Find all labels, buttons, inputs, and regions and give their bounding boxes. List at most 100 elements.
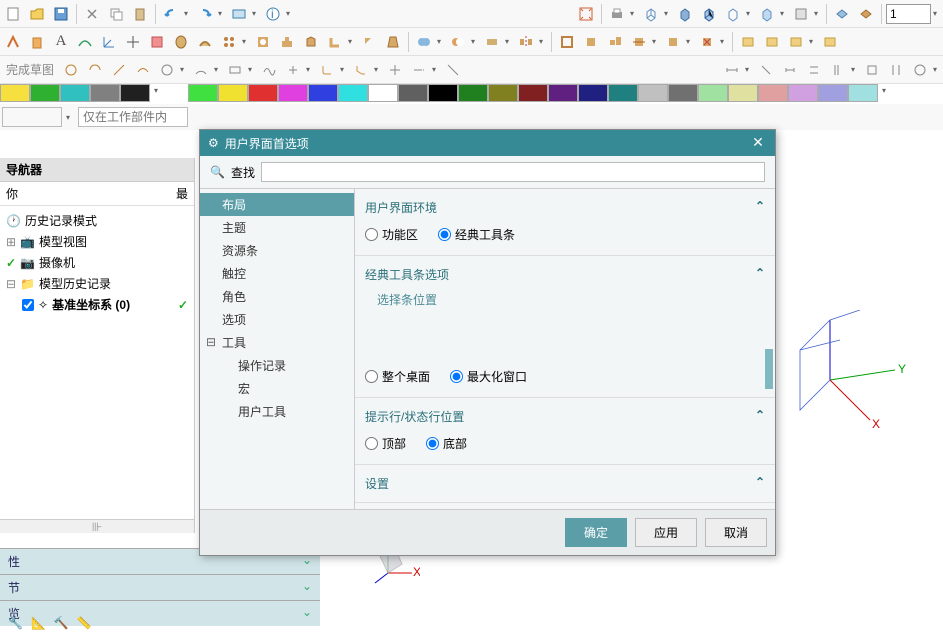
subtract-icon[interactable]	[447, 31, 469, 53]
dropdown[interactable]: ▾	[746, 9, 754, 18]
radio-input[interactable]	[365, 228, 378, 241]
line-icon[interactable]	[108, 59, 130, 81]
copy-icon[interactable]	[105, 3, 127, 25]
constraint6-icon[interactable]	[885, 59, 907, 81]
circle-icon[interactable]	[60, 59, 82, 81]
constraint4-icon[interactable]	[827, 59, 849, 81]
section-icon[interactable]	[855, 3, 877, 25]
color-darkred[interactable]	[518, 84, 548, 102]
color-salmon[interactable]	[758, 84, 788, 102]
color-palegreen[interactable]	[698, 84, 728, 102]
tree-role[interactable]: 角色	[200, 285, 354, 308]
color-darkgray[interactable]	[398, 84, 428, 102]
dialog-search-input[interactable]	[261, 162, 765, 182]
ok-button[interactable]: 确定	[565, 518, 627, 547]
sketch-icon[interactable]	[2, 31, 24, 53]
dropdown[interactable]: ▾	[471, 37, 479, 46]
dropdown[interactable]: ▾	[851, 65, 859, 74]
tree-theme[interactable]: 主题	[200, 216, 354, 239]
color-navy[interactable]	[578, 84, 608, 102]
color-darkgreen[interactable]	[458, 84, 488, 102]
project-icon[interactable]	[442, 59, 464, 81]
collapse-icon[interactable]: ⊟	[206, 335, 217, 349]
tree-tools[interactable]: ⊟工具	[200, 331, 354, 354]
dropdown[interactable]: ▾	[242, 37, 250, 46]
wireframe-icon[interactable]	[640, 3, 662, 25]
tree-macro[interactable]: 宏	[200, 377, 354, 400]
dropdown[interactable]: ▾	[340, 65, 348, 74]
dropdown[interactable]: ▾	[374, 65, 382, 74]
spline-icon[interactable]	[258, 59, 280, 81]
undo-icon[interactable]	[160, 3, 182, 25]
color-white[interactable]	[368, 84, 398, 102]
color-yellow[interactable]	[0, 84, 30, 102]
radio-classic[interactable]: 经典工具条	[438, 226, 515, 243]
sheet3-icon[interactable]	[785, 31, 807, 53]
shaded-icon[interactable]	[674, 3, 696, 25]
dropdown[interactable]: ▾	[214, 65, 222, 74]
replace-icon[interactable]	[662, 31, 684, 53]
dropdown[interactable]: ▾	[780, 9, 788, 18]
bottom-icon[interactable]: 🔨	[54, 616, 69, 630]
color-palepurple[interactable]	[788, 84, 818, 102]
dropdown[interactable]: ▾	[348, 37, 356, 46]
draft-icon[interactable]	[382, 31, 404, 53]
properties-icon[interactable]	[228, 3, 250, 25]
blend-icon[interactable]	[324, 31, 346, 53]
spin-input[interactable]	[886, 4, 931, 24]
point-icon[interactable]	[122, 31, 144, 53]
color-green[interactable]	[30, 84, 60, 102]
offset-icon[interactable]	[580, 31, 602, 53]
dropdown[interactable]: ▾	[809, 37, 817, 46]
dropdown[interactable]: ▾	[306, 65, 314, 74]
color-dimgray[interactable]	[668, 84, 698, 102]
dropdown[interactable]: ▾	[252, 9, 260, 18]
dropdown[interactable]: ▾	[180, 65, 188, 74]
axis-icon[interactable]	[98, 31, 120, 53]
tree-op-record[interactable]: 操作记录	[200, 354, 354, 377]
dialog-titlebar[interactable]: ⚙ 用户界面首选项 ✕	[200, 130, 775, 156]
constraint1-icon[interactable]	[755, 59, 777, 81]
apply-button[interactable]: 应用	[635, 518, 697, 547]
radio-desktop[interactable]: 整个桌面	[365, 368, 430, 385]
constraint7-icon[interactable]	[909, 59, 931, 81]
radio-top[interactable]: 顶部	[365, 435, 406, 452]
color-gray[interactable]	[90, 84, 120, 102]
color-yellow2[interactable]	[218, 84, 248, 102]
trim-icon[interactable]	[481, 31, 503, 53]
radio-input[interactable]	[426, 437, 439, 450]
bottom-icon[interactable]: 🔧	[8, 616, 23, 630]
mirror-icon[interactable]	[515, 31, 537, 53]
info-icon[interactable]: i	[262, 3, 284, 25]
color-dropdown[interactable]: ▾	[150, 84, 158, 104]
save-icon[interactable]	[50, 3, 72, 25]
extrude-icon[interactable]	[26, 31, 48, 53]
move-icon[interactable]	[628, 31, 650, 53]
dropdown[interactable]: ▾	[745, 65, 753, 74]
dropdown[interactable]: ▾	[664, 9, 672, 18]
cut-icon[interactable]	[81, 3, 103, 25]
section-header[interactable]: 设置 ⌃	[365, 471, 765, 496]
section-header[interactable]: 用户界面环境 ⌃	[365, 195, 765, 220]
tree-model-view[interactable]: ⊞ 📺 模型视图	[2, 231, 192, 252]
tree-history-mode[interactable]: 🕐 历史记录模式	[2, 210, 192, 231]
color-lightgray[interactable]	[638, 84, 668, 102]
radio-input[interactable]	[365, 370, 378, 383]
constraint5-icon[interactable]	[861, 59, 883, 81]
radio-maxwin[interactable]: 最大化窗口	[450, 368, 527, 385]
color-magenta[interactable]	[278, 84, 308, 102]
tree-camera[interactable]: ✓ 📷 摄像机	[2, 252, 192, 273]
color-black2[interactable]	[428, 84, 458, 102]
point2-icon[interactable]	[282, 59, 304, 81]
color-purple[interactable]	[548, 84, 578, 102]
color-palecyan[interactable]	[848, 84, 878, 102]
filter-dropdown[interactable]: ▾	[66, 113, 74, 122]
box-icon[interactable]	[146, 31, 168, 53]
paste-icon[interactable]	[129, 3, 151, 25]
dropdown[interactable]: ▾	[505, 37, 513, 46]
pattern-icon[interactable]	[218, 31, 240, 53]
thicken-icon[interactable]	[556, 31, 578, 53]
hole-icon[interactable]	[252, 31, 274, 53]
section-header[interactable]: 提示行/状态行位置 ⌃	[365, 404, 765, 429]
arc2-icon[interactable]	[190, 59, 212, 81]
